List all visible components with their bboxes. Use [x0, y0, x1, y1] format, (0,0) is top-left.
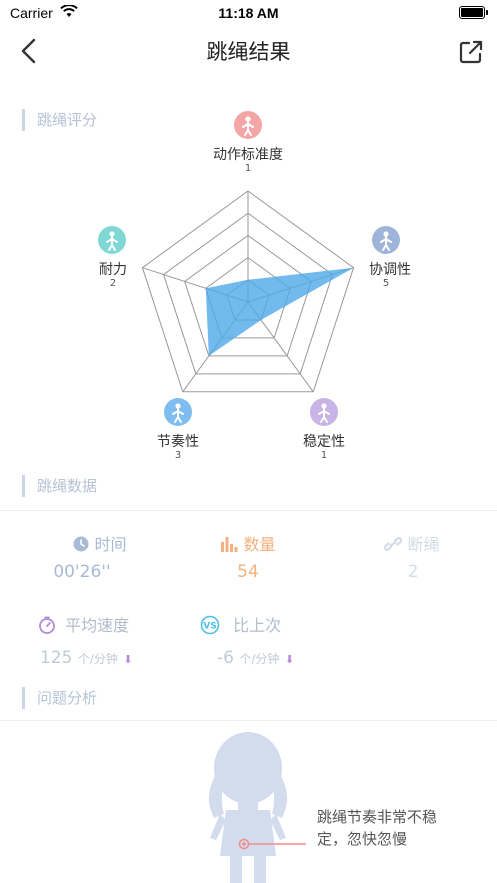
stat-count-header: 数量 [188, 531, 308, 555]
divider [0, 510, 497, 511]
svg-text:VS: VS [203, 622, 216, 632]
radar-chart [141, 190, 355, 393]
girl-silhouette-illustration [208, 732, 306, 883]
radar-score-stability: 1 [320, 450, 328, 461]
section-data-title: 跳绳数据 [22, 475, 97, 497]
radar-label-endurance: 耐力 [99, 262, 127, 278]
bar-chart-icon [221, 537, 238, 552]
rhythm-icon [164, 398, 192, 426]
stability-icon [310, 398, 338, 426]
stat-time-header: 时间 [40, 531, 160, 555]
stat-time-value: 00'26'' [53, 562, 111, 582]
radar-label-coordination: 协调性 [369, 262, 411, 278]
stat-compare-value: -6 [217, 648, 234, 668]
stat-avg-speed-value: 125 [40, 648, 73, 668]
stat-compare-header: VS 比上次 [200, 612, 281, 636]
stat-break-value: 2 [407, 562, 419, 582]
stat-count-value: 54 [237, 562, 259, 582]
stat-avg-speed-header: 平均速度 [38, 612, 129, 636]
radar-score-standard: 1 [244, 163, 252, 174]
stat-compare-label: 比上次 [233, 616, 282, 635]
radar-label-rhythm: 节奏性 [157, 434, 199, 450]
stat-count-label: 数量 [243, 535, 276, 554]
stat-avg-speed-label: 平均速度 [65, 616, 130, 635]
stat-compare-value-row: -6 个/分钟 ⬇ [217, 648, 294, 668]
analysis-text-line1: 跳绳节奏非常不稳 [317, 808, 438, 826]
stat-time-label: 时间 [94, 535, 127, 554]
clock-icon [73, 536, 89, 552]
section-analysis-title: 问题分析 [22, 687, 97, 709]
stat-compare-unit: 个/分钟 [239, 652, 280, 666]
down-arrow-icon: ⬇ [284, 653, 295, 666]
down-arrow-icon: ⬇ [123, 653, 133, 666]
radar-score-endurance: 2 [109, 278, 117, 289]
radar-score-coordination: 5 [382, 278, 390, 289]
radar-score-rhythm: 3 [174, 450, 182, 461]
radar-label-standard: 动作标准度 [213, 147, 283, 163]
analysis-text-line2: 定，忽快忽慢 [317, 830, 408, 848]
divider [0, 720, 497, 721]
vs-icon: VS [200, 615, 220, 635]
analysis-text: 跳绳节奏非常不稳 定，忽快忽慢 [317, 806, 437, 850]
stat-break-header: 断绳 [352, 531, 472, 555]
endurance-icon [98, 226, 126, 254]
stat-avg-speed-unit: 个/分钟 [77, 652, 118, 666]
coordination-icon [372, 226, 400, 254]
link-break-icon [384, 536, 403, 552]
stat-break-label: 断绳 [407, 535, 440, 554]
timer-icon [39, 616, 55, 634]
radar-label-stability: 稳定性 [303, 434, 345, 450]
stat-avg-speed-value-row: 125 个/分钟 ⬇ [40, 648, 133, 668]
standard-icon [234, 111, 262, 139]
